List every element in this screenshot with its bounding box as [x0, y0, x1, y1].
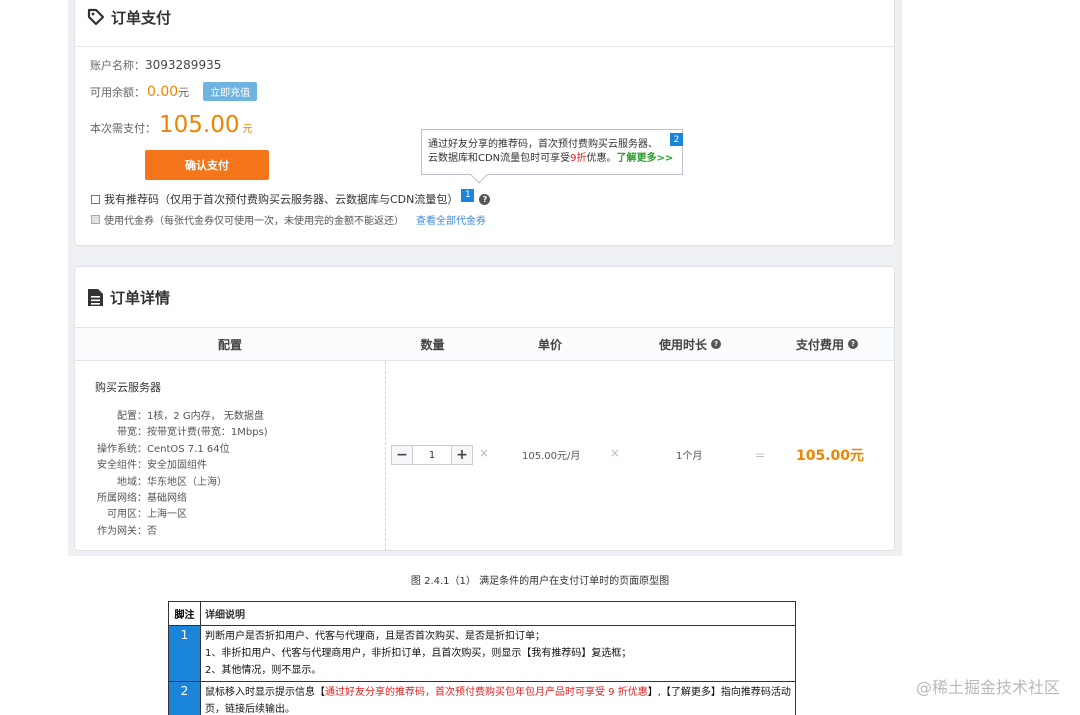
watermark: @稀土掘金技术社区 [915, 678, 1060, 697]
balance-amount: 0.00 [147, 83, 179, 100]
account-row: 账户名称：3093289935 [90, 58, 222, 72]
payment-title: 订单支付 [87, 0, 171, 40]
title-divider [75, 46, 894, 47]
quantity-input[interactable]: 1 [412, 446, 452, 464]
learn-more-link[interactable]: 了解更多>> [617, 153, 674, 164]
config-row: 所属网络：基础网络 [97, 492, 187, 504]
referral-label: 我有推荐码（仅用于首次预付费购买云服务器、云数据库与CDN流量包） [104, 193, 459, 206]
tooltip-arrow [470, 166, 488, 184]
config-row: 配置：1核，2 G内存， 无数据盘 [117, 411, 264, 422]
total-price: 105.00元 [796, 448, 865, 464]
config-row: 带宽：按带宽计费(带宽：1Mbps) [117, 427, 268, 439]
table-header: 配置 数量 单价 使用时长? 支付费用? [75, 327, 894, 361]
referral-row: 我有推荐码（仅用于首次预付费购买云服务器、云数据库与CDN流量包） 1 ? [91, 188, 491, 207]
table-row: 1 判断用户是否折扣用户、代客与代理商，且是否首次购买、是否是折扣订单； 1、非… [168, 625, 796, 682]
tooltip-line-1: 通过好友分享的推荐码，首次预付费购买云服务器、 [428, 139, 658, 150]
tooltip-line-2: 云数据库和CDN流量包时可享受9折优惠。了解更多>> [428, 153, 674, 164]
order-details-card: 订单详情 配置 数量 单价 使用时长? 支付费用? 购买云服务器 配置：1核，2… [74, 266, 895, 551]
table-row: 2 鼠标移入时显示提示信息【通过好友分享的推荐码，首次预付费购买包年包月产品时可… [168, 681, 796, 715]
footnote-badge-2: 2 [670, 133, 683, 146]
table-row: 脚注 详细说明 [168, 601, 796, 626]
footnote-number: 2 [168, 681, 201, 715]
unit-price: 105.00元/月 [522, 451, 581, 462]
header-footnote: 脚注 [168, 601, 201, 626]
footnote-description: 鼠标移入时显示提示信息【通过好友分享的推荐码，首次预付费购买包年包月产品时可享受… [200, 681, 796, 715]
coupon-label: 使用代金券（每张代金券仅可使用一次，未使用完的金额不能返还） [104, 216, 404, 227]
footnote-badge-1: 1 [461, 188, 475, 202]
document-icon [88, 288, 103, 306]
header-config: 配置 [217, 337, 242, 352]
balance-row: 可用余额： 0.00 元 立即充值 [90, 82, 258, 101]
header-unit-price: 单价 [537, 337, 562, 352]
referral-tooltip: 通过好友分享的推荐码，首次预付费购买云服务器、 云数据库和CDN流量包时可享受9… [421, 129, 683, 184]
help-icon[interactable]: ? [848, 339, 858, 349]
amount-due-row: 本次需支付： 105.00 元 [90, 112, 253, 138]
duration: 1个月 [676, 451, 703, 462]
config-row: 可用区：上海一区 [107, 509, 187, 521]
recharge-button[interactable]: 立即充值 [203, 82, 258, 101]
header-total: 支付费用? [760, 328, 894, 360]
config-row: 安全组件：安全加固组件 [97, 460, 207, 472]
help-icon[interactable]: ? [479, 193, 491, 205]
details-title: 订单详情 [87, 274, 170, 320]
header-description: 详细说明 [200, 601, 796, 626]
help-icon[interactable]: ? [711, 339, 721, 349]
confirm-pay-button[interactable]: 确认支付 [145, 150, 269, 180]
increment-button[interactable]: + [452, 446, 472, 464]
config-row: 地域：华东地区（上海） [117, 476, 227, 488]
referral-checkbox[interactable] [91, 194, 100, 204]
prototype-screenshot: 订单支付 账户名称：3093289935 可用余额： 0.00 元 立即充值 本… [68, 0, 902, 556]
decrement-button[interactable]: − [392, 446, 412, 464]
figure-caption: 图 2.4.1（1） 满足条件的用户在支付订单时的页面原型图 [410, 576, 670, 587]
payment-card: 订单支付 账户名称：3093289935 可用余额： 0.00 元 立即充值 本… [74, 0, 895, 246]
coupon-checkbox[interactable] [91, 215, 100, 224]
column-divider [385, 361, 386, 551]
header-duration: 使用时长? [620, 328, 760, 360]
multiply-sign: × [479, 446, 490, 460]
footnote-table: 脚注 详细说明 1 判断用户是否折扣用户、代客与代理商，且是否首次购买、是否是折… [168, 601, 796, 715]
header-quantity: 数量 [420, 337, 445, 352]
account-value: 3093289935 [145, 58, 222, 72]
footnote-description: 判断用户是否折扣用户、代客与代理商，且是否首次购买、是否是折扣订单； 1、非折扣… [200, 625, 796, 682]
config-row: 作为网关：否 [97, 525, 157, 537]
multiply-sign: × [610, 446, 621, 460]
equals-sign: = [755, 448, 766, 462]
tag-icon [87, 8, 105, 26]
amount-due: 105.00 [159, 112, 240, 138]
product-title: 购买云服务器 [95, 381, 161, 394]
config-row: 操作系统：CentOS 7.1 64位 [97, 443, 230, 455]
config-list: 购买云服务器 配置：1核，2 G内存， 无数据盘 带宽：按带宽计费(带宽：1Mb… [95, 379, 268, 538]
coupon-row: 使用代金券（每张代金券仅可使用一次，未使用完的金额不能返还） 查看全部代金券 [91, 212, 486, 227]
quantity-stepper: − 1 + [391, 445, 473, 465]
view-coupons-link[interactable]: 查看全部代金券 [416, 212, 486, 227]
footnote-number: 1 [168, 625, 201, 682]
